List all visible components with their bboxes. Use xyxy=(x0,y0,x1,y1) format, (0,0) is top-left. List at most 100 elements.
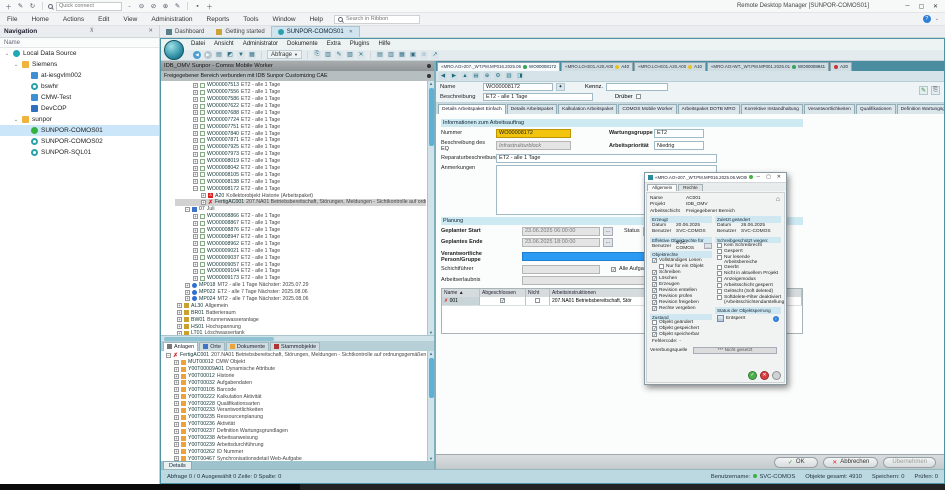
expander-icon[interactable]: + xyxy=(185,296,190,301)
add-session-icon[interactable]: ＋ xyxy=(4,2,13,11)
navigator-tab-dokumente[interactable]: Dokumente xyxy=(226,342,269,351)
detail-tab[interactable]: Qualifikationen xyxy=(856,104,896,114)
expander-icon[interactable]: + xyxy=(193,262,198,267)
tree-item[interactable]: +WO00007724ET2 - alle 1 Tage xyxy=(175,116,426,123)
tree-item[interactable]: +WO00007871ET2 - alle 1 Tage xyxy=(175,137,426,144)
close-icon[interactable]: ✕ xyxy=(349,29,353,35)
tree-item[interactable]: +WO00008947ET2 - alle 1 Tage xyxy=(175,234,426,241)
comos-menu-administrator[interactable]: Administrator xyxy=(243,41,278,47)
expander-icon[interactable]: + xyxy=(193,131,198,136)
nav-tree-item[interactable]: DevCOP xyxy=(0,103,159,114)
expander-icon[interactable]: + xyxy=(193,145,198,150)
pen-icon[interactable]: ✎ xyxy=(173,2,182,11)
expander-icon[interactable]: + xyxy=(174,394,179,399)
tree-item[interactable]: +WO00009104ET2 - alle 1 Tage xyxy=(175,268,426,275)
detail-tab[interactable]: Kalkulation Arbeitspaket xyxy=(558,104,617,114)
expander-icon[interactable]: + xyxy=(177,317,182,322)
expander-icon[interactable]: + xyxy=(193,97,198,102)
object-tab[interactable]: «MRO.AO»207._WT.PM.MP016.2025.06WO000081… xyxy=(437,62,560,71)
expander-icon[interactable]: + xyxy=(193,228,198,233)
expander-icon[interactable]: + xyxy=(185,283,190,288)
column-header-name[interactable]: Name ▲ xyxy=(442,289,480,297)
bookmarks-icon[interactable]: ◩ xyxy=(226,51,234,59)
expander-icon[interactable]: + xyxy=(174,387,179,392)
horizontal-scrollbar[interactable] xyxy=(161,335,434,341)
disconnect-icon[interactable]: ⊖ xyxy=(137,2,146,11)
tree-item[interactable]: +WO00008105ET2 - alle 1 Tage xyxy=(175,171,426,178)
detail-tab[interactable]: Details Arbeitspaket Einfach xyxy=(438,104,506,114)
expander-icon[interactable]: + xyxy=(177,324,182,329)
tree-item[interactable]: +BR01Batterieraum xyxy=(175,309,426,316)
home-icon[interactable]: ⌂ xyxy=(776,196,780,203)
expander-icon[interactable]: + xyxy=(174,429,179,434)
abgeschlossen-checkbox[interactable]: ✓ xyxy=(500,298,505,303)
tree-item[interactable]: +Y00T00262ID Nummer xyxy=(164,448,426,455)
tree-item[interactable]: +WO00007751ET2 - alle 1 Tage xyxy=(175,123,426,130)
checkbox[interactable] xyxy=(717,271,722,276)
comos-menu-plugins[interactable]: Plugins xyxy=(350,41,370,47)
tree-item[interactable]: +Y00T00235Ressourcenplanung xyxy=(164,414,426,421)
expander-icon[interactable]: + xyxy=(177,303,182,308)
scroll-down-icon[interactable]: ▼ xyxy=(428,456,434,461)
name-field[interactable]: WO00008172 xyxy=(483,83,553,91)
detail-tab[interactable]: Definition Wartungsgrundlagen xyxy=(897,104,944,114)
checkbox[interactable] xyxy=(717,243,722,248)
open-folder-icon[interactable]: ▤ xyxy=(472,72,480,80)
column-header-nicht[interactable]: Nicht xyxy=(526,289,550,297)
report-icon[interactable]: ▦ xyxy=(398,51,406,59)
expander-icon[interactable]: + xyxy=(174,422,179,427)
new-document-icon[interactable]: ▤ xyxy=(376,51,384,59)
expander-icon[interactable]: + xyxy=(193,248,198,253)
lock-icon[interactable]: ▪ xyxy=(193,2,202,11)
checkbox[interactable] xyxy=(717,283,722,288)
checkbox[interactable]: ✓ xyxy=(652,332,657,337)
help-icon[interactable]: ? xyxy=(923,15,931,23)
tree-item[interactable]: +BW01Brunnenwasseranlage xyxy=(175,316,426,323)
tree-item[interactable]: +Y00T00238Arbeitsanweisung xyxy=(164,435,426,442)
dialog-close-button[interactable]: ✕ xyxy=(775,174,783,180)
tree-item[interactable]: +MUT00012CMW Objekt xyxy=(164,359,426,366)
expander-icon[interactable]: + xyxy=(193,110,198,115)
scroll-up-icon[interactable]: ▲ xyxy=(428,81,434,86)
dialog-minimize-button[interactable]: ─ xyxy=(755,174,763,180)
tree-item[interactable]: +Y00T00012Historie xyxy=(164,373,426,380)
tree-item[interactable]: +WO00008019ET2 - alle 1 Tage xyxy=(175,158,426,165)
vertical-scrollbar[interactable]: ▲ ▼ xyxy=(427,351,434,461)
drueber-checkbox[interactable] xyxy=(636,94,641,99)
start-picker-button[interactable]: ... xyxy=(603,227,613,236)
tree-item[interactable]: +WO00008962ET2 - alle 1 Tage xyxy=(175,240,426,247)
checkbox[interactable]: ✓ xyxy=(652,300,657,305)
reparatur-field[interactable]: ET2 - alle 1 Tage xyxy=(496,154,717,163)
prioritaet-field[interactable]: Niedrig xyxy=(654,141,704,150)
edit-object-icon[interactable]: ✎ xyxy=(919,86,928,95)
connect-icon[interactable]: ⊕ xyxy=(161,2,170,11)
forward-icon[interactable]: ▶ xyxy=(204,51,212,59)
calendar-icon[interactable]: ▣ xyxy=(409,51,417,59)
expander-icon[interactable]: + xyxy=(174,442,179,447)
close-icon[interactable]: ✕ xyxy=(146,28,155,34)
nav-forward-icon[interactable]: ▶ xyxy=(450,72,458,80)
tree-item[interactable]: +WO00007556ET2 - alle 1 Tage xyxy=(175,89,426,96)
tree-item[interactable]: +WO00007973ET2 - alle 1 Tage xyxy=(175,151,426,158)
expander-icon[interactable]: + xyxy=(201,200,206,205)
tree-item[interactable]: +MP022ET2 - alle 7 Tage Nächster: 2025.0… xyxy=(175,289,426,296)
menu-item-edit[interactable]: Edit xyxy=(91,16,116,23)
nicht-cell[interactable] xyxy=(526,297,550,305)
tree-item[interactable]: +Y00T00236Aktivität xyxy=(164,421,426,428)
nav-tree-item[interactable]: bswhr xyxy=(0,81,159,92)
print-icon[interactable]: ▦ xyxy=(248,51,256,59)
ribbon-search-input[interactable] xyxy=(346,16,416,22)
scroll-thumb[interactable] xyxy=(429,358,434,398)
ok-button[interactable]: ✓OK xyxy=(774,457,818,468)
paste-icon[interactable]: ▥ xyxy=(324,51,332,59)
dialog-ok-button[interactable]: ✓ xyxy=(748,371,757,380)
tree-item[interactable]: +HS01Hochspannung xyxy=(175,323,426,330)
expander-icon[interactable]: + xyxy=(174,374,179,379)
nav-tree-item[interactable]: ⌄sunpor xyxy=(0,114,159,125)
abgeschlossen-cell[interactable]: ✓ xyxy=(480,297,526,305)
tree-item[interactable]: +Y00T00467Synchronisationsdetail Web-Auf… xyxy=(164,455,426,461)
tab-rechte[interactable]: Rechte xyxy=(678,184,703,191)
tree-item[interactable]: +WO00007840ET2 - alle 1 Tage xyxy=(175,130,426,137)
browse-button[interactable]: ... xyxy=(704,243,712,249)
checkbox[interactable] xyxy=(652,320,657,325)
